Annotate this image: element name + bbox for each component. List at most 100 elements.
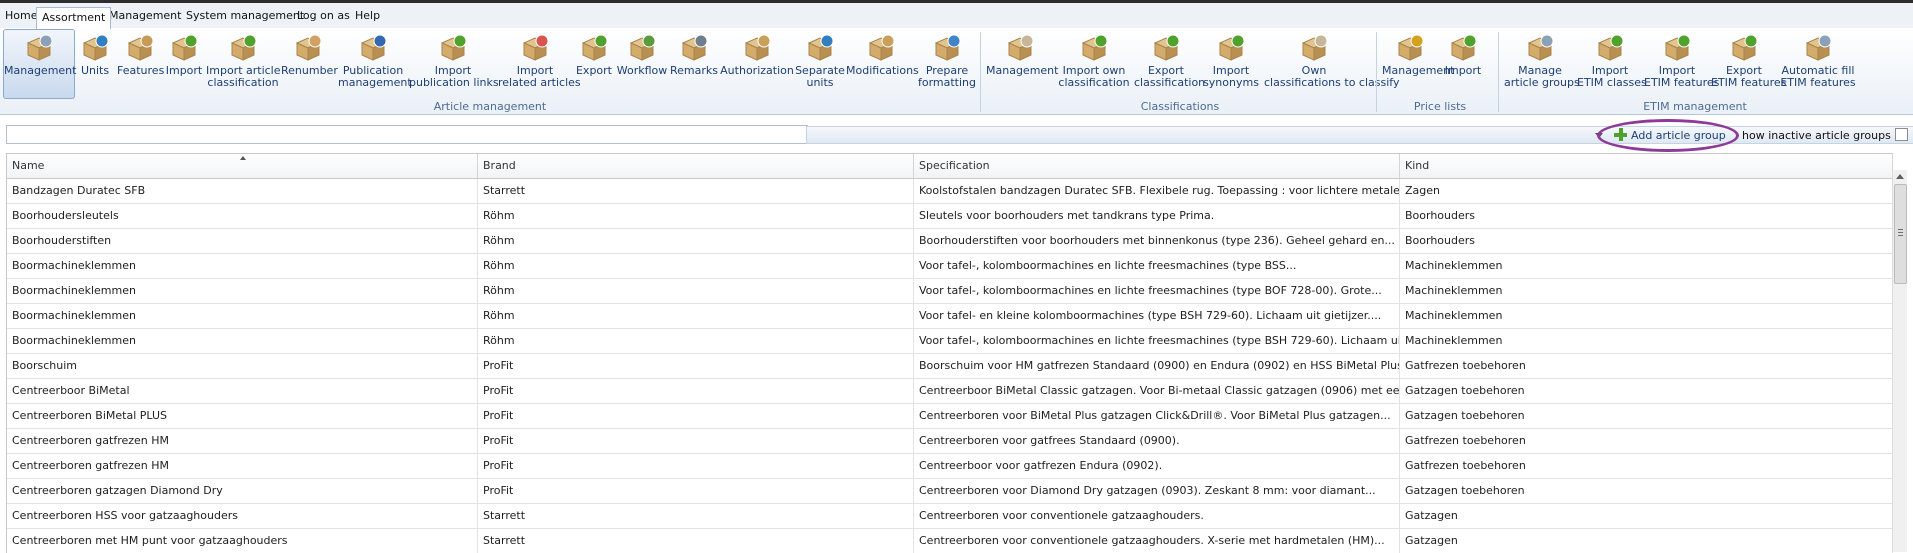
table-row[interactable]: Boormachineklemmen Röhm Voor tafel-, kolom… (7, 329, 1893, 354)
cell-kind: Gatzagen toebehoren (1400, 379, 1893, 403)
cell-brand: Röhm (478, 329, 914, 353)
cell-specification: Boorhouderstiften voor boorhouders met b… (914, 229, 1400, 253)
prepare-formatting-icon (934, 34, 961, 61)
show-inactive-checkbox[interactable] (1895, 128, 1908, 141)
cell-specification: Centreerboor BiMetal Classic gatzagen. V… (914, 379, 1400, 403)
column-header-brand[interactable]: Brand (478, 154, 914, 178)
cell-specification: Voor tafel-, kolomboormachines en lichte… (914, 329, 1400, 353)
ribbon-button-import-etim-features[interactable]: Import ETIM features (1644, 30, 1720, 98)
ribbon-button-label: ETIM features (1644, 76, 1720, 89)
import-etim-features-icon (1664, 34, 1691, 61)
ribbon-button-remarks[interactable]: Remarks (669, 30, 719, 98)
menu-system-management[interactable]: System management (181, 6, 309, 26)
cell-name: Centreerboren BiMetal PLUS (7, 404, 478, 428)
vertical-scrollbar[interactable] (1892, 170, 1907, 552)
ribbon-button-label: Units (80, 64, 110, 77)
ribbon-button-label: units (806, 76, 834, 89)
table-row[interactable]: Boormachineklemmen Röhm Voor tafel-, kolom… (7, 279, 1893, 304)
table-row[interactable]: Centreerboor BiMetal ProFit Centreerboor B… (7, 379, 1893, 404)
column-header-specification[interactable]: Specification (914, 154, 1400, 178)
table-row[interactable]: Boorschuim ProFit Boorschuim voor HM gatfr… (7, 354, 1893, 379)
ribbon-button-manage-article-groups[interactable]: Manage article groups (1504, 30, 1580, 98)
ribbon-button-box-gear[interactable]: Management (3, 29, 76, 99)
ribbon-button-features[interactable]: Features (117, 30, 164, 98)
scroll-thumb[interactable] (1894, 184, 1907, 284)
ribbon-button-label: classifications to classify (1264, 76, 1400, 89)
price-import-icon (1450, 34, 1477, 61)
table-row[interactable]: Centreerboren gatfrezen HM ProFit Centreer… (7, 454, 1893, 479)
table-row[interactable]: Centreerboren gatfrezen HM ProFit Centreer… (7, 429, 1893, 454)
ribbon-button-authorization[interactable]: Authorization (720, 30, 794, 98)
import-icon (171, 34, 198, 61)
ribbon-button-import-links[interactable]: Import publication links (409, 30, 499, 98)
features-icon (127, 34, 154, 61)
ribbon-button-price-import[interactable]: Import (1440, 30, 1486, 98)
cell-specification: Voor tafel-, kolomboormachines en lichte… (914, 279, 1400, 303)
grip-line (1898, 229, 1903, 230)
ribbon-button-classification-folder[interactable]: Management (986, 30, 1058, 98)
cell-name: Bandzagen Duratec SFB (7, 179, 478, 203)
ribbon-button-related-articles[interactable]: Import related articles (498, 30, 581, 98)
cell-name: Centreerboor BiMetal (7, 379, 478, 403)
publication-icon (360, 34, 387, 61)
ribbon-button-automatic-fill[interactable]: Automatic fill ETIM features (1778, 30, 1858, 98)
cell-name: Boorhouderstiften (7, 229, 478, 253)
table-row[interactable]: Boorhoudersleutels Röhm Sleutels voor boor… (7, 204, 1893, 229)
scroll-up-arrow-icon[interactable] (1896, 174, 1904, 179)
table-row[interactable]: Centreerboren met HM punt voor gatzaagho… (7, 529, 1893, 553)
export-classification-icon (1153, 34, 1180, 61)
ribbon-button-import-classification[interactable]: Import article classification (206, 30, 281, 98)
menu-help[interactable]: Help (350, 6, 385, 26)
automatic-fill-icon (1805, 34, 1832, 61)
menu-management[interactable]: Management (104, 6, 186, 26)
box-gear-icon (26, 34, 53, 61)
group-label-etim-management: ETIM management (1643, 100, 1747, 113)
cell-specification: Centreerboren voor conventionele gatzaag… (914, 504, 1400, 528)
table-row[interactable]: Bandzagen Duratec SFB Starrett Koolstofsta… (7, 179, 1893, 204)
cell-name: Centreerboren HSS voor gatzaaghouders (7, 504, 478, 528)
table-row[interactable]: Centreerboren BiMetal PLUS ProFit Centreer… (7, 404, 1893, 429)
ribbon-button-separate-units[interactable]: Separate units (795, 30, 845, 98)
group-separator (980, 32, 981, 112)
ribbon-button-publication[interactable]: Publication management (338, 30, 412, 98)
cell-kind: Boorhouders (1400, 229, 1893, 253)
ribbon-button-export-etim-features[interactable]: Export ETIM features (1711, 30, 1786, 98)
ribbon-button-import-synonyms[interactable]: Import synonyms (1199, 30, 1263, 98)
ribbon-button-modifications[interactable]: Modifications (846, 30, 919, 98)
column-header-kind[interactable]: Kind (1400, 154, 1893, 178)
ribbon-button-label: Authorization (720, 64, 794, 77)
cell-brand: ProFit (478, 404, 914, 428)
ribbon-button-export-classification[interactable]: Export classification (1134, 30, 1205, 98)
ribbon-button-own-classifications[interactable]: Own classifications to classify (1264, 30, 1400, 98)
menu-log-on-as[interactable]: Log on as (292, 6, 355, 26)
ribbon-button-price-list[interactable]: Management (1382, 30, 1455, 98)
menu-assortment[interactable]: Assortment (36, 7, 112, 29)
modifications-icon (868, 34, 895, 61)
ribbon-button-export[interactable]: Export (573, 30, 615, 98)
ribbon-button-prepare-formatting[interactable]: Prepare formatting (917, 30, 977, 98)
cell-name: Centreerboren gatzagen Diamond Dry (7, 479, 478, 503)
table-row[interactable]: Boormachineklemmen Röhm Voor tafel-, kolom… (7, 254, 1893, 279)
table-row[interactable]: Centreerboren gatzagen Diamond Dry ProFit… (7, 479, 1893, 504)
ribbon-button-label: Management (1382, 64, 1455, 77)
ribbon-button-units[interactable]: Units (73, 30, 117, 98)
ribbon-button-workflow[interactable]: Workflow (616, 30, 668, 98)
cell-kind: Gatzagen (1400, 529, 1893, 553)
cell-brand: ProFit (478, 379, 914, 403)
ribbon: Management Units Features Import Import arti… (0, 28, 1913, 115)
import-classification-icon (230, 34, 257, 61)
cell-brand: Röhm (478, 254, 914, 278)
ribbon-button-import-etim-classes[interactable]: Import ETIM classes (1577, 30, 1647, 98)
cell-brand: Röhm (478, 279, 914, 303)
search-input[interactable] (6, 125, 808, 144)
authorization-icon (744, 34, 771, 61)
article-groups-grid: Name Brand Specification Kind Bandzagen … (6, 153, 1893, 553)
ribbon-button-import[interactable]: Import (163, 30, 205, 98)
table-row[interactable]: Centreerboren HSS voor gatzaaghouders Sta… (7, 504, 1893, 529)
table-row[interactable]: Boorhouderstiften Röhm Boorhouderstiften v… (7, 229, 1893, 254)
menu-bar: Home Assortment Management System manage… (0, 3, 1913, 29)
table-row[interactable]: Boormachineklemmen Röhm Voor tafel- en kle… (7, 304, 1893, 329)
ribbon-button-renumber[interactable]: Renumber (281, 30, 338, 98)
ribbon-button-import-own-classification[interactable]: Import own classification (1055, 30, 1133, 98)
cell-name: Boorhoudersleutels (7, 204, 478, 228)
